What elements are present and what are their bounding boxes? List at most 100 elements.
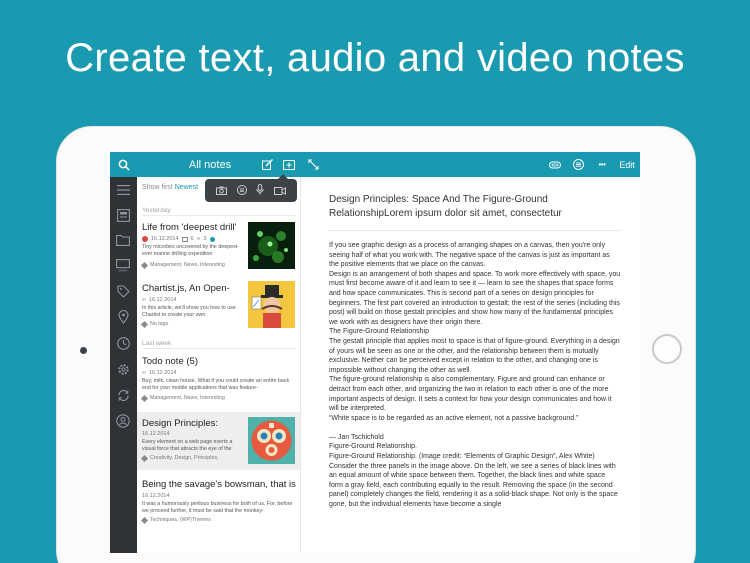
home-button[interactable]: [652, 334, 682, 364]
new-note-popover: [205, 174, 297, 202]
body-paragraph: The figure-ground relationship is also c…: [329, 376, 612, 413]
list-item-selected[interactable]: Design Principles: 16.12.2014 Every elem…: [137, 412, 300, 470]
attachment-count-icon: [181, 236, 188, 242]
front-camera: [80, 347, 87, 354]
note-detail: Design Principles: Space And The Figure-…: [302, 177, 640, 553]
account-icon[interactable]: [115, 413, 131, 429]
note-meta: ∞ 16.12.2014: [142, 370, 176, 376]
sidebar: www: [110, 177, 137, 553]
note-title: Life from 'deepest drill': [142, 222, 237, 233]
settings-icon[interactable]: [115, 361, 131, 377]
svg-text:www: www: [119, 267, 128, 272]
note-date: 16.12.2014: [142, 493, 170, 499]
note-tags-text: No tags: [150, 321, 169, 327]
body-paragraph: Consider the three panels in the image a…: [329, 462, 618, 509]
section-header-yesterday: Yesterday: [142, 207, 171, 214]
location-icon[interactable]: [115, 309, 131, 325]
sort-control[interactable]: Show first Newest: [142, 184, 198, 191]
body-spacer: [329, 423, 621, 433]
note-tags: Management, News, Interesting: [140, 261, 225, 269]
note-date: 16.12.2014: [151, 236, 179, 242]
section-divider: [142, 215, 296, 216]
note-title: Chartist.js, An Open-: [142, 283, 230, 294]
note-tags-text: Management, News, Interesting: [150, 262, 225, 268]
note-title: Todo note (5): [142, 356, 198, 367]
tag-icon: [140, 320, 149, 328]
compose-icon[interactable]: [260, 152, 274, 177]
note-tags-text: Creativity, Design, Principles,: [150, 455, 219, 461]
show-first-label: Show first: [142, 184, 173, 191]
app-screen: All notes ••• Edit www Show first Newest…: [110, 152, 640, 553]
note-tags: No tags: [140, 320, 169, 328]
note-meta: 16.12.2014: [142, 431, 170, 437]
link-icon: ∞: [142, 297, 146, 303]
flag-icon: [142, 236, 148, 242]
list-icon[interactable]: [571, 152, 585, 177]
note-date: 16.12.2014: [148, 297, 177, 303]
tag-icon: [140, 516, 149, 524]
body-heading: The Figure-Ground Relationship: [329, 328, 429, 336]
microphone-icon[interactable]: [256, 182, 265, 200]
sort-value[interactable]: Newest: [175, 184, 198, 191]
note-meta: ∞ 16.12.2014: [142, 297, 176, 303]
tag-icon: [140, 454, 149, 462]
tag-icon: [140, 261, 149, 269]
text-icon[interactable]: [236, 182, 247, 200]
note-preview: It was a humorously perilous business fo…: [142, 501, 293, 514]
body-paragraph: If you see graphic design as a process o…: [329, 242, 610, 269]
top-bar: All notes ••• Edit: [110, 152, 640, 177]
list-item[interactable]: Todo note (5) ∞ 16.12.2014 Buy, milk, cl…: [137, 351, 300, 409]
more-icon[interactable]: •••: [594, 152, 610, 177]
notes-list: Show first Newest Yesterday Life from 'd…: [137, 177, 301, 553]
list-item[interactable]: Being the savage's bowsman, that is, 16.…: [137, 473, 300, 533]
web-icon[interactable]: www: [115, 257, 131, 273]
body-quote-author: — Jan Tschichold: [329, 433, 384, 441]
title-divider: [329, 230, 621, 231]
notes-icon[interactable]: [115, 207, 131, 223]
note-thumbnail: [248, 281, 295, 328]
attachment-icon[interactable]: [548, 152, 562, 177]
body-paragraph: Figure-Ground Relationship.: [329, 443, 417, 451]
link-count: 3: [203, 236, 207, 242]
reminder-icon[interactable]: [115, 335, 131, 351]
search-icon[interactable]: [116, 152, 132, 177]
note-thumbnail: [248, 417, 295, 464]
section-divider: [142, 348, 296, 349]
section-header-last-week: Last week: [142, 340, 172, 347]
headline: Create text, audio and video notes: [65, 36, 685, 80]
note-title: Being the savage's bowsman, that is,: [142, 479, 296, 490]
note-meta: 16.12.2014 6 ∞ 3: [142, 236, 215, 242]
list-item[interactable]: Life from 'deepest drill' 16.12.2014 6 ∞…: [137, 219, 300, 275]
note-preview: In this article, we'll show you how to u…: [142, 305, 236, 318]
sync-icon[interactable]: [115, 387, 131, 403]
folder-icon[interactable]: [115, 232, 131, 248]
tags-icon[interactable]: [115, 283, 131, 299]
note-date: 16.12.2014: [148, 370, 177, 376]
tag-icon: [140, 394, 149, 402]
note-detail-title: Design Principles: Space And The Figure-…: [329, 194, 562, 219]
note-tags: Management, News, Interesting: [140, 394, 225, 402]
camera-icon[interactable]: [215, 182, 227, 200]
note-tags-text: Management, News, Interesting: [150, 395, 225, 401]
note-tags-text: Techniques, (WP)Themes: [150, 517, 211, 523]
expand-icon[interactable]: [306, 152, 320, 177]
body-quote: “White space is to be regarded as an act…: [329, 414, 579, 422]
menu-icon[interactable]: [115, 182, 131, 198]
note-tags: Techniques, (WP)Themes: [140, 516, 211, 524]
note-detail-body[interactable]: If you see graphic design as a process o…: [329, 241, 621, 510]
link-icon: ∞: [142, 370, 146, 376]
link-icon: ∞: [196, 236, 201, 242]
note-preview: Every element on a web page exerts a vis…: [142, 439, 233, 452]
video-icon[interactable]: [274, 182, 287, 200]
note-preview: Buy, milk, clean house, What if you coul…: [142, 378, 290, 391]
note-date: 16.12.2014: [142, 431, 170, 437]
body-paragraph: The gestalt principle that applies most …: [329, 337, 620, 374]
note-preview: Tiny microbes uncovered by the deepest-e…: [142, 244, 239, 257]
note-thumbnail: [248, 222, 295, 269]
edit-button[interactable]: Edit: [617, 152, 637, 177]
note-meta: 16.12.2014: [142, 493, 170, 499]
note-tags: Creativity, Design, Principles,: [140, 454, 219, 462]
list-item[interactable]: Chartist.js, An Open- ∞ 16.12.2014 In th…: [137, 277, 300, 333]
body-paragraph: Design is an arrangement of both shapes …: [329, 270, 621, 326]
attachment-count: 6: [190, 236, 194, 242]
